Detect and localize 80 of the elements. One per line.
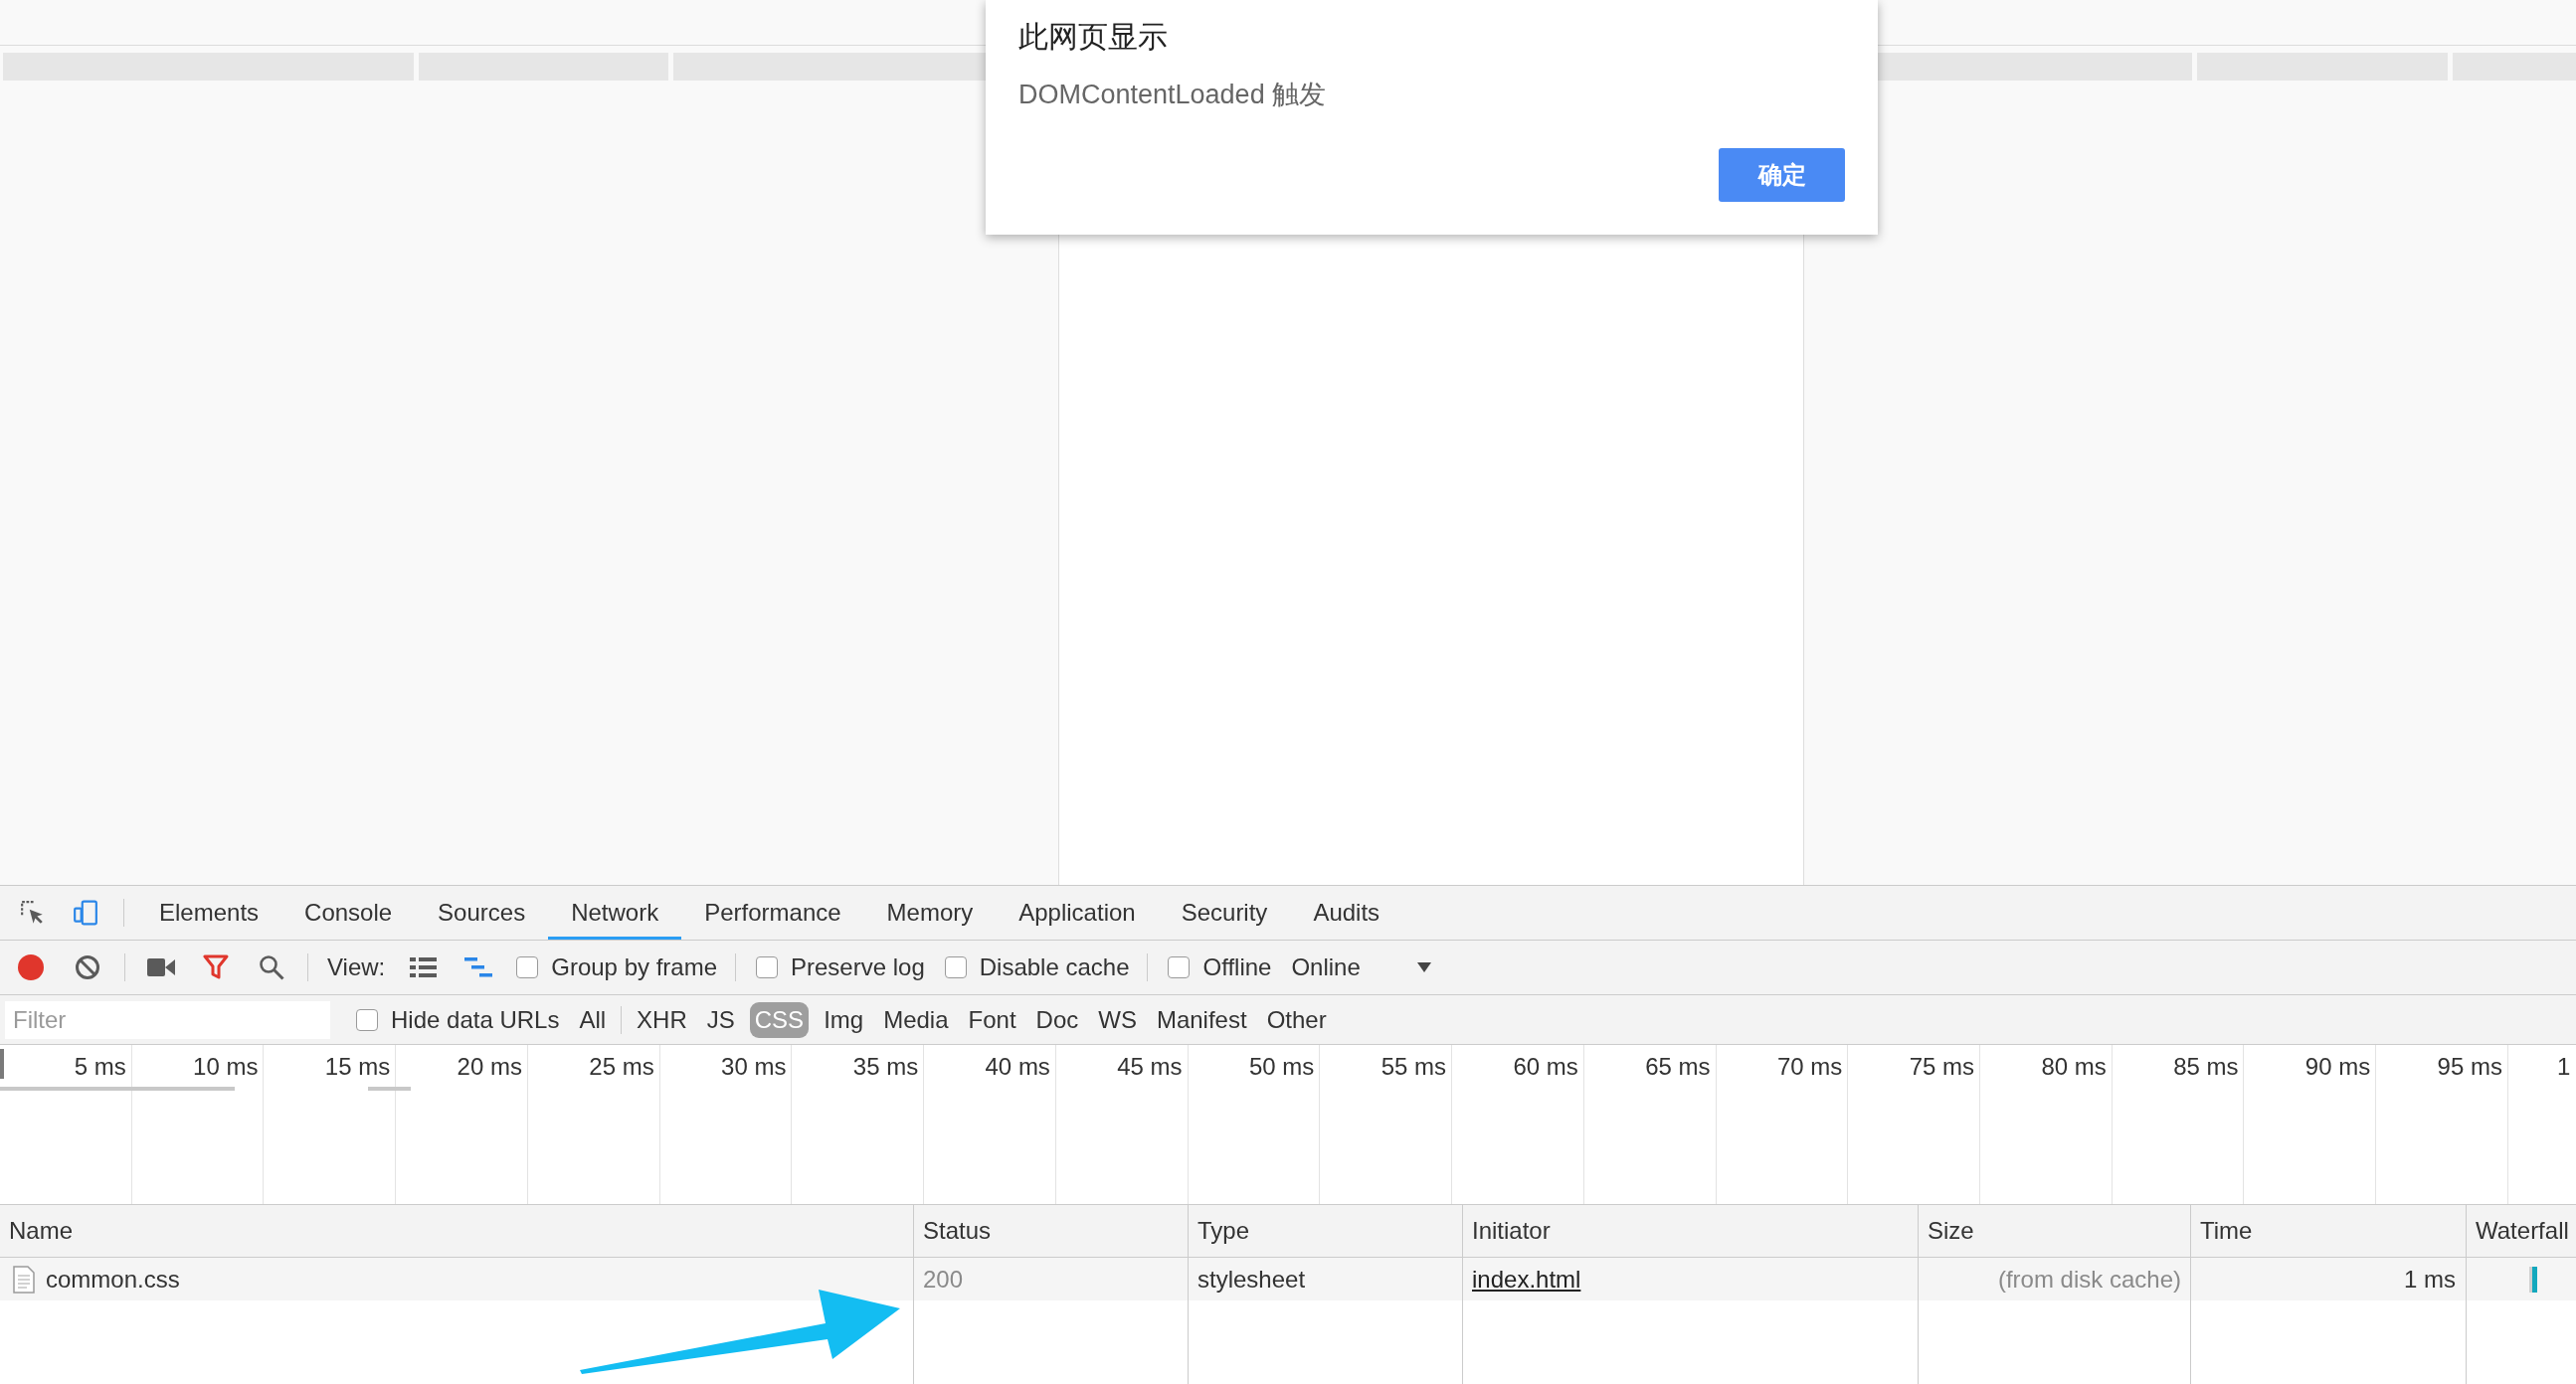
time-tick-label: 15 ms: [324, 1053, 391, 1080]
time-tick-label: 25 ms: [589, 1053, 654, 1080]
panel-tab[interactable]: Performance: [681, 886, 864, 940]
filter-input[interactable]: Filter: [5, 1000, 330, 1039]
checkbox[interactable]: [1168, 956, 1191, 978]
type-filter[interactable]: Doc: [1030, 1001, 1084, 1038]
waterfall-icon[interactable]: [464, 957, 493, 977]
time-tick-label: 20 ms: [457, 1053, 522, 1080]
checkbox-label[interactable]: Preserve log: [791, 953, 925, 981]
checkbox[interactable]: [516, 956, 539, 978]
checkbox-label[interactable]: Group by frame: [551, 953, 717, 981]
checkbox[interactable]: [356, 1008, 378, 1031]
type-filter[interactable]: All: [574, 1001, 612, 1038]
time-tick-label: 90 ms: [2304, 1053, 2371, 1080]
time-tick-label: 5 ms: [74, 1053, 126, 1080]
type-filter[interactable]: Font: [963, 1001, 1021, 1038]
search-icon[interactable]: [259, 954, 284, 980]
panel-tab[interactable]: Elements: [136, 886, 282, 940]
column-header[interactable]: Time: [2191, 1204, 2467, 1258]
throttling-select[interactable]: Online: [1291, 953, 1431, 981]
column-header[interactable]: Waterfall: [2467, 1204, 2576, 1258]
time-tick-label: 45 ms: [1117, 1053, 1183, 1080]
caret-icon: [1416, 962, 1431, 972]
record-icon[interactable]: [18, 954, 44, 980]
type-filter[interactable]: Media: [878, 1001, 954, 1038]
type-filter[interactable]: XHR: [632, 1001, 692, 1038]
time-tick-label: 65 ms: [1645, 1053, 1711, 1080]
type-filter[interactable]: Img: [819, 1001, 869, 1038]
time-tick-label: 70 ms: [1776, 1053, 1843, 1080]
list-rows-icon[interactable]: [410, 957, 438, 977]
time-tick-label: 40 ms: [985, 1053, 1050, 1080]
video-camera-icon[interactable]: [147, 958, 175, 976]
checkbox-label[interactable]: Offline: [1202, 953, 1272, 981]
column-header[interactable]: Name: [0, 1204, 914, 1258]
table-cell: 200: [914, 1258, 1189, 1300]
table-row[interactable]: common.css 200 stylesheet index.html (from disk cache) 1 ms: [0, 1258, 2576, 1300]
time-tick-label: 75 ms: [1909, 1053, 1974, 1080]
checkbox[interactable]: [756, 956, 778, 978]
time-tick-label: 30 ms: [721, 1053, 787, 1080]
table-cell: (from disk cache): [1919, 1258, 2191, 1300]
type-filter[interactable]: WS: [1093, 1001, 1142, 1038]
column-header[interactable]: Size: [1919, 1204, 2191, 1258]
time-tick-label: 35 ms: [852, 1053, 919, 1080]
time-tick-label: 60 ms: [1513, 1053, 1578, 1080]
checkbox-label[interactable]: Hide data URLs: [391, 1005, 560, 1034]
time-tick-label: 80 ms: [2041, 1053, 2107, 1080]
waterfall-bar: [2529, 1266, 2537, 1293]
column-header[interactable]: Type: [1189, 1204, 1463, 1258]
dialog-title: 此网页显示: [1018, 19, 1168, 55]
time-tick-label: 50 ms: [1249, 1053, 1315, 1080]
file-icon: [13, 1265, 35, 1294]
time-tick-label: 95 ms: [2437, 1053, 2502, 1080]
view-label: View:: [327, 953, 386, 981]
panel-tab[interactable]: Memory: [863, 886, 997, 940]
file-name[interactable]: common.css: [46, 1265, 180, 1294]
panel-tab[interactable]: Console: [281, 886, 416, 940]
checkbox-label[interactable]: Disable cache: [979, 953, 1130, 981]
column-header[interactable]: Initiator: [1463, 1204, 1919, 1258]
table-cell: stylesheet: [1189, 1258, 1463, 1300]
filter-icon[interactable]: [203, 954, 229, 980]
time-tick-label: 10 ms: [193, 1053, 259, 1080]
type-filter[interactable]: JS: [701, 1001, 740, 1038]
checkbox[interactable]: [944, 956, 967, 978]
device-icon[interactable]: [73, 900, 98, 926]
overview-bar: [368, 1087, 411, 1091]
type-filter[interactable]: Other: [1261, 1001, 1332, 1038]
time-tick-label: 1: [2556, 1053, 2571, 1080]
panel-tab[interactable]: Sources: [415, 886, 549, 940]
panel-tab[interactable]: Audits: [1290, 886, 1403, 940]
initiator-link[interactable]: index.html: [1472, 1265, 1581, 1294]
overview-handle[interactable]: [0, 1049, 4, 1079]
time-tick-label: 55 ms: [1380, 1053, 1447, 1080]
type-filter[interactable]: Manifest: [1151, 1001, 1252, 1038]
panel-tab[interactable]: Application: [996, 886, 1159, 940]
clear-icon[interactable]: [75, 954, 100, 980]
table-cell: 1 ms: [2191, 1258, 2467, 1300]
panel-tab[interactable]: Security: [1158, 886, 1291, 940]
column-header[interactable]: Status: [914, 1204, 1189, 1258]
dialog-message: DOMContentLoaded 触发: [1018, 79, 1327, 111]
time-tick-label: 85 ms: [2173, 1053, 2239, 1080]
